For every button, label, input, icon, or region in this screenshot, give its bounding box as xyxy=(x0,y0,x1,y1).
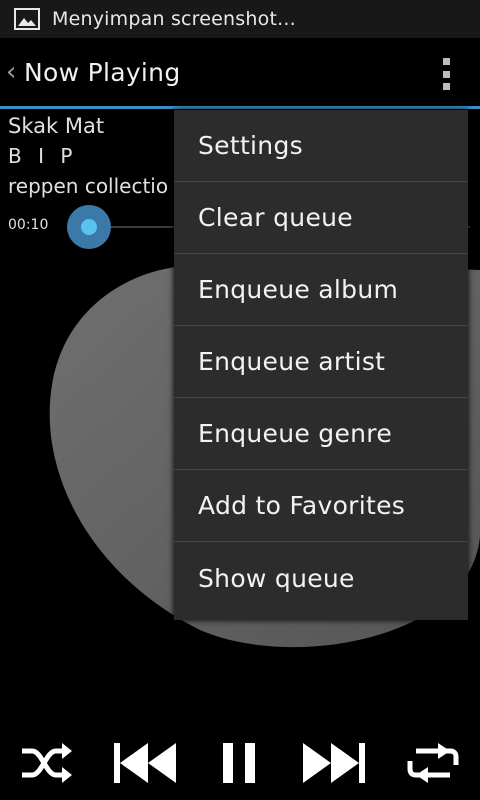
back-chevron-icon[interactable]: ‹ xyxy=(6,57,20,87)
track-info: Skak Mat B I P reppen collectio xyxy=(8,112,168,198)
menu-item-show-queue[interactable]: Show queue xyxy=(174,542,468,614)
next-icon[interactable] xyxy=(301,741,365,785)
track-album: reppen collectio xyxy=(8,174,169,198)
previous-icon[interactable] xyxy=(113,741,178,785)
menu-item-enqueue-genre[interactable]: Enqueue genre xyxy=(174,398,468,470)
menu-item-clear-queue[interactable]: Clear queue xyxy=(174,182,468,254)
elapsed-time: 00:10 xyxy=(8,217,49,233)
repeat-icon[interactable] xyxy=(406,742,460,783)
menu-item-add-to-favorites[interactable]: Add to Favorites xyxy=(174,470,468,542)
action-bar: ‹ Now Playing xyxy=(0,38,480,106)
track-artist: B I P xyxy=(8,144,78,168)
image-icon xyxy=(14,8,40,30)
overflow-menu: Settings Clear queue Enqueue album Enque… xyxy=(174,110,468,620)
shuffle-icon[interactable] xyxy=(20,742,72,783)
action-bar-divider xyxy=(0,106,480,109)
overflow-menu-icon[interactable] xyxy=(440,58,452,90)
playback-controls xyxy=(0,725,480,800)
pause-icon[interactable] xyxy=(219,741,259,785)
menu-item-enqueue-artist[interactable]: Enqueue artist xyxy=(174,326,468,398)
menu-item-enqueue-album[interactable]: Enqueue album xyxy=(174,254,468,326)
status-bar: Menyimpan screenshot... xyxy=(0,0,480,38)
track-title: Skak Mat xyxy=(8,114,105,138)
status-text: Menyimpan screenshot... xyxy=(52,8,296,30)
menu-item-settings[interactable]: Settings xyxy=(174,110,468,182)
page-title[interactable]: Now Playing xyxy=(24,58,181,87)
seek-handle[interactable] xyxy=(67,205,111,249)
